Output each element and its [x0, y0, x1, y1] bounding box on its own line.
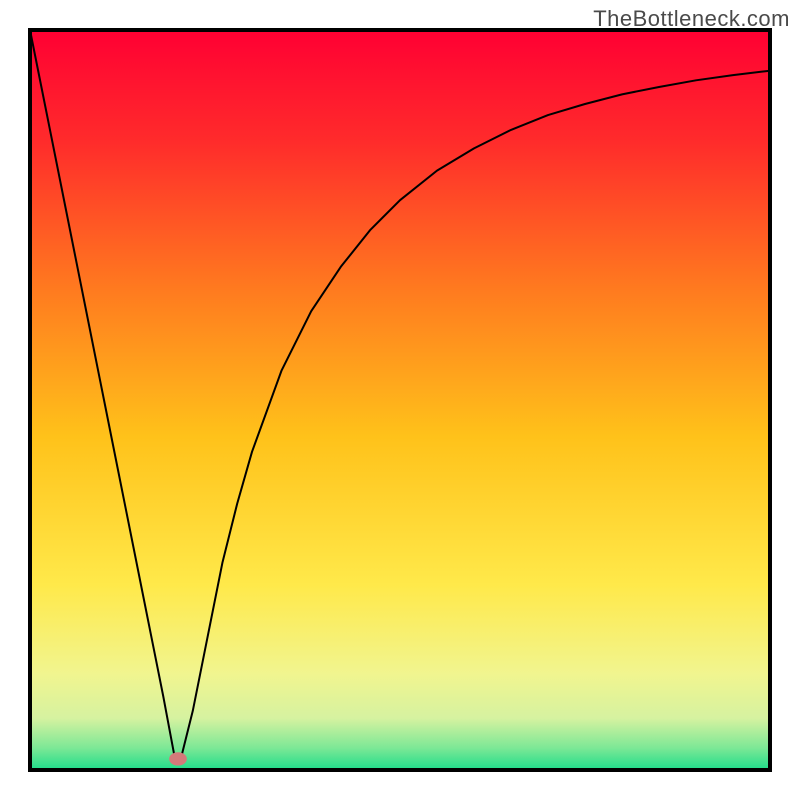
watermark-text: TheBottleneck.com	[593, 6, 790, 32]
optimum-marker	[169, 752, 187, 765]
chart-container: TheBottleneck.com	[0, 0, 800, 800]
bottleneck-chart	[0, 0, 800, 800]
plot-background	[30, 30, 770, 770]
